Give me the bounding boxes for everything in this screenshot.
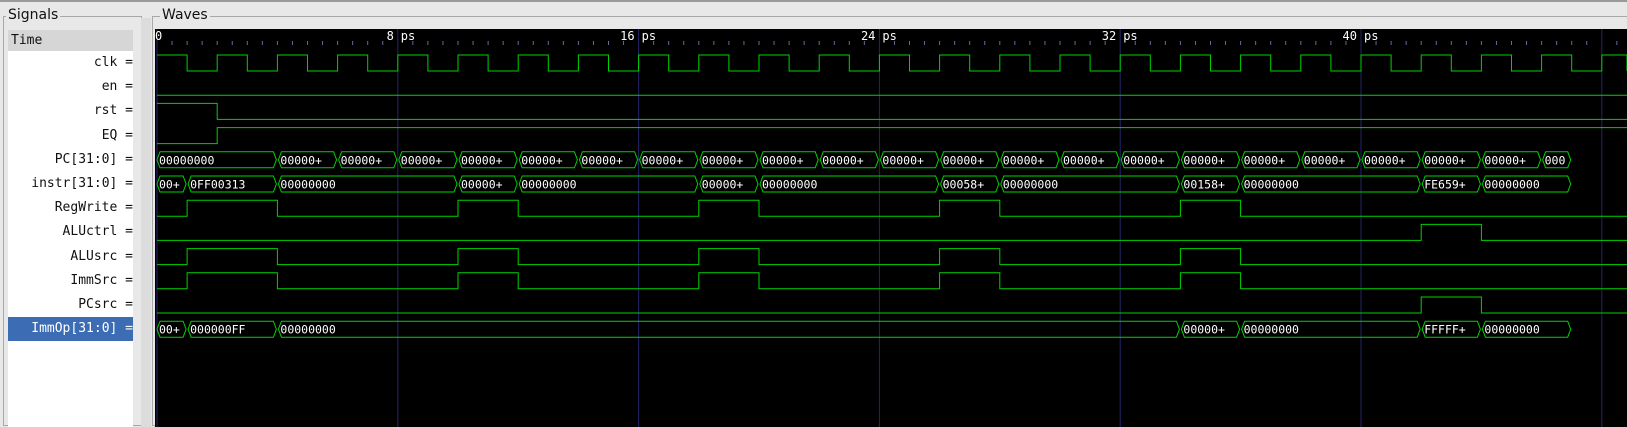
bus-value: 00000+ [822, 153, 864, 167]
signal-row[interactable]: instr[31:0] = [8, 172, 133, 196]
bus-value: 00000+ [943, 153, 985, 167]
signal-name: ImmOp[31:0] = [31, 321, 133, 337]
bus-value: 00000+ [280, 153, 322, 167]
bit-waveform [157, 102, 1627, 120]
signal-row[interactable]: ImmOp[31:0] = [8, 317, 133, 342]
signal-trace: 00+ 0FF00313 00000000 00000+ 00000000 00000+ 0… [156, 175, 1572, 193]
signal-trace [157, 199, 1627, 217]
bus-value: 00158+ [1183, 178, 1225, 192]
bus-value: 00000000 [159, 153, 214, 167]
bus-value: 00000+ [1424, 153, 1466, 167]
signal-row[interactable]: RegWrite = [8, 196, 133, 221]
bus-value: 00000+ [1244, 153, 1286, 167]
bus-value: 000000FF [190, 323, 245, 337]
signal-row[interactable]: PCsrc = [8, 293, 133, 317]
bus-value: 00000+ [882, 153, 924, 167]
bus-value: 00000+ [642, 153, 684, 167]
bus-value: 00000+ [1183, 323, 1225, 337]
time-header: Time [8, 30, 133, 51]
bus-value: FFFFF+ [1424, 323, 1466, 337]
bus-value: 00000+ [461, 178, 503, 192]
signal-trace [157, 223, 1627, 241]
bus-segment [277, 320, 1180, 338]
bus-value: 0FF00313 [190, 178, 245, 192]
bus-value: 00000000 [1244, 323, 1299, 337]
signal-trace: 00+ 000000FF 00000000 00000+ 00000000 FFFFF+ 0… [156, 320, 1572, 338]
bus-value: 00058+ [943, 178, 985, 192]
bit-waveform [157, 248, 1627, 266]
signal-trace [157, 248, 1627, 266]
bus-value: 00000+ [341, 153, 383, 167]
bus-value: 00000+ [1123, 153, 1165, 167]
bus-value: 00000+ [521, 153, 563, 167]
signal-name: clk = [93, 55, 133, 70]
bus-value: 00000000 [1003, 178, 1058, 192]
clock-waveform [157, 54, 1627, 72]
signal-trace [157, 102, 1627, 120]
signal-trace [157, 296, 1627, 314]
signal-name: ALUsrc = [70, 248, 133, 264]
bus-value: 00000+ [1183, 153, 1225, 167]
signal-trace [157, 54, 1627, 72]
bit-waveform [157, 199, 1627, 217]
bus-value: 00000+ [762, 153, 804, 167]
waveform-svg[interactable]: 0 8 ps 16 ps 24 ps 32 ps 40 ps00000000 00000+ 00000+… [155, 29, 1627, 427]
signal-name: PCsrc = [78, 297, 133, 312]
panel-splitter[interactable] [141, 18, 151, 427]
bit-waveform [157, 272, 1627, 290]
bus-value: 00000+ [581, 153, 623, 167]
bus-value: 00000+ [702, 153, 744, 167]
signals-panel-title: Signals [6, 7, 61, 23]
bus-value: 00000000 [1484, 178, 1539, 192]
bus-value: 00000+ [1364, 153, 1406, 167]
bus-value: 00000000 [1484, 323, 1539, 337]
signal-row[interactable]: en = [8, 75, 133, 100]
bus-value: 00+ [159, 178, 180, 192]
bus-value: 00000+ [461, 153, 503, 167]
signal-name: PC[31:0] = [54, 151, 133, 167]
bus-value: 00000000 [280, 323, 335, 337]
waves-panel-title: Waves [160, 7, 210, 23]
bus-value: 00000+ [1304, 153, 1346, 167]
signal-row[interactable]: ALUsrc = [8, 244, 133, 269]
signal-name: en = [101, 79, 133, 95]
bus-value: 00000000 [1244, 178, 1299, 192]
signal-row[interactable]: clk = [8, 51, 133, 75]
signal-trace [157, 127, 1627, 145]
bit-waveform [157, 296, 1627, 314]
signal-name: ImmSrc = [70, 272, 133, 288]
window-top-border [0, 0, 1627, 2]
bus-value: 00+ [159, 323, 180, 337]
signal-row[interactable]: ImmSrc = [8, 268, 133, 293]
bus-value: 000 [1545, 153, 1566, 167]
signal-name-list: Time clk = en = rst = EQ = PC[31:0] = instr[3… [8, 30, 133, 427]
ruler-label: 8 ps [387, 29, 416, 43]
signal-name: ALUctrl = [62, 224, 133, 240]
bus-value: 00000000 [280, 178, 335, 192]
signal-name: EQ = [101, 127, 133, 143]
ruler-label: 0 [155, 29, 162, 43]
bus-value: 00000000 [521, 178, 576, 192]
signal-name: instr[31:0] = [31, 176, 133, 191]
bus-value: 00000+ [702, 178, 744, 192]
bus-value: 00000000 [762, 178, 817, 192]
signal-row[interactable]: PC[31:0] = [8, 147, 133, 172]
signal-name: rst = [93, 103, 133, 119]
bus-value: 00000+ [1484, 153, 1526, 167]
signal-row[interactable]: EQ = [8, 123, 133, 148]
bit-waveform [157, 223, 1627, 241]
signal-trace: 00000000 00000+ 00000+ 00000+ 00000+ 00000+ 00… [156, 151, 1572, 169]
bus-value: 00000+ [1003, 153, 1045, 167]
signal-trace [157, 272, 1627, 290]
signal-row[interactable]: rst = [8, 99, 133, 124]
bus-value: 00000+ [401, 153, 443, 167]
bit-waveform [157, 127, 1627, 145]
bus-value: FE659+ [1424, 178, 1466, 192]
bus-value: 00000+ [1063, 153, 1105, 167]
waveform-canvas[interactable]: 0 8 ps 16 ps 24 ps 32 ps 40 ps 00000000 00000+ 00000+… [155, 29, 1627, 427]
signal-row[interactable]: ALUctrl = [8, 220, 133, 245]
signal-name: RegWrite = [54, 200, 133, 216]
